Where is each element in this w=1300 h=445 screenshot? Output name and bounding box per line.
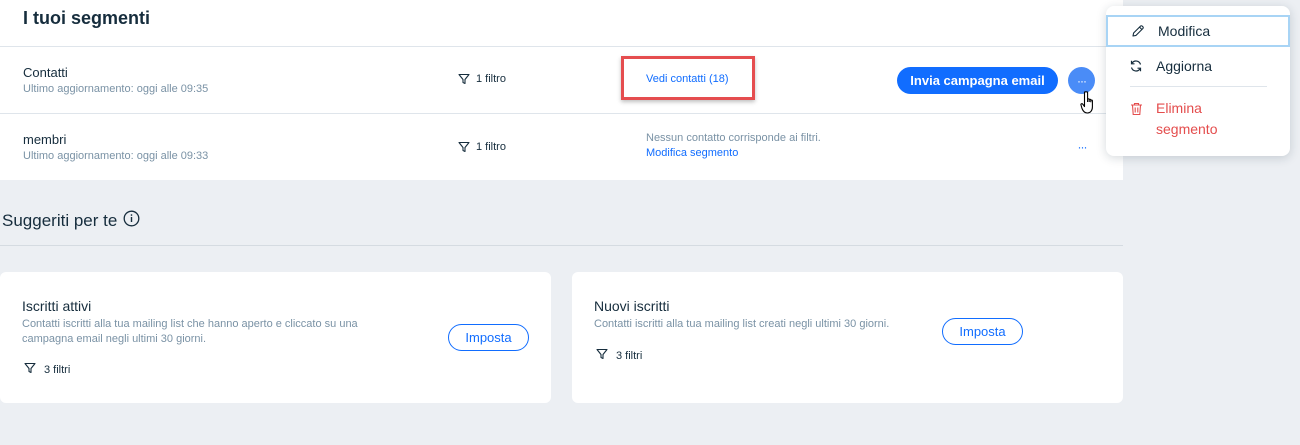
view-contacts-link[interactable]: Vedi contatti (18) [646, 73, 729, 85]
filter-icon [458, 73, 470, 85]
refresh-icon [1126, 59, 1146, 73]
filter-label: 3 filtri [44, 363, 71, 376]
menu-item-refresh[interactable]: Aggiorna [1106, 56, 1290, 76]
menu-item-delete[interactable]: Elimina segmento [1106, 98, 1290, 140]
no-match-status: Nessun contatto corrisponde ai filtri. [646, 132, 821, 144]
menu-separator [1130, 86, 1267, 87]
context-menu: Modifica Aggiorna Elimina segmento [1106, 6, 1290, 156]
segment-name: Contatti [23, 65, 68, 80]
hand-cursor-icon [1080, 90, 1100, 121]
card-description: Contatti iscritti alla tua mailing list … [22, 317, 358, 347]
menu-item-label-line: segmento [1156, 121, 1218, 137]
segment-updated: Ultimo aggiornamento: oggi alle 09:33 [23, 150, 209, 162]
card-description: Contatti iscritti alla tua mailing list … [594, 317, 889, 332]
more-actions-button[interactable]: ··· [1073, 138, 1091, 156]
card-filter-count: 3 filtri [596, 348, 642, 363]
menu-item-label-line: Elimina [1156, 100, 1202, 116]
card-description-line: Contatti iscritti alla tua mailing list … [594, 318, 890, 330]
setup-button[interactable]: Imposta [942, 318, 1023, 345]
suggestion-card: Nuovi iscritti Contatti iscritti alla tu… [572, 272, 1123, 403]
divider [0, 46, 1123, 47]
card-filter-count: 3 filtri [24, 362, 70, 377]
trash-icon [1126, 102, 1146, 116]
filter-label: 1 filtro [476, 73, 506, 85]
page-title: I tuoi segmenti [23, 8, 151, 28]
info-icon[interactable] [123, 210, 140, 232]
menu-item-label: Aggiorna [1156, 58, 1213, 74]
divider [0, 245, 1123, 246]
menu-item-label: Modifica [1158, 23, 1211, 39]
filter-icon [596, 348, 608, 363]
filter-icon [458, 141, 470, 153]
card-title: Iscritti attivi [22, 298, 92, 314]
filter-label: 3 filtri [616, 349, 643, 362]
menu-item-edit[interactable]: Modifica [1106, 15, 1290, 47]
send-email-campaign-button[interactable]: Invia campagna email [897, 67, 1058, 94]
card-title: Nuovi iscritti [594, 298, 670, 314]
segment-updated: Ultimo aggiornamento: oggi alle 09:35 [23, 83, 209, 95]
setup-button[interactable]: Imposta [448, 324, 529, 351]
suggestions-heading: Suggeriti per te [2, 210, 140, 232]
segment-filter-count: 1 filtro [458, 141, 506, 153]
divider [0, 113, 1123, 114]
segment-filter-count: 1 filtro [458, 73, 506, 85]
suggestions-title: Suggeriti per te [2, 211, 118, 230]
segment-name: membri [23, 132, 67, 147]
filter-icon [24, 362, 36, 377]
suggestion-card: Iscritti attivi Contatti iscritti alla t… [0, 272, 551, 403]
edit-segment-link[interactable]: Modifica segmento [646, 147, 738, 159]
segments-panel: I tuoi segmenti Contatti Ultimo aggiorna… [0, 0, 1123, 180]
pencil-icon [1128, 24, 1148, 38]
menu-item-label: Elimina segmento [1156, 98, 1217, 140]
filter-label: 1 filtro [476, 141, 506, 153]
card-description-line: campagna email negli ultimi 30 giorni. [22, 333, 207, 345]
card-description-line: Contatti iscritti alla tua mailing list … [22, 318, 358, 330]
